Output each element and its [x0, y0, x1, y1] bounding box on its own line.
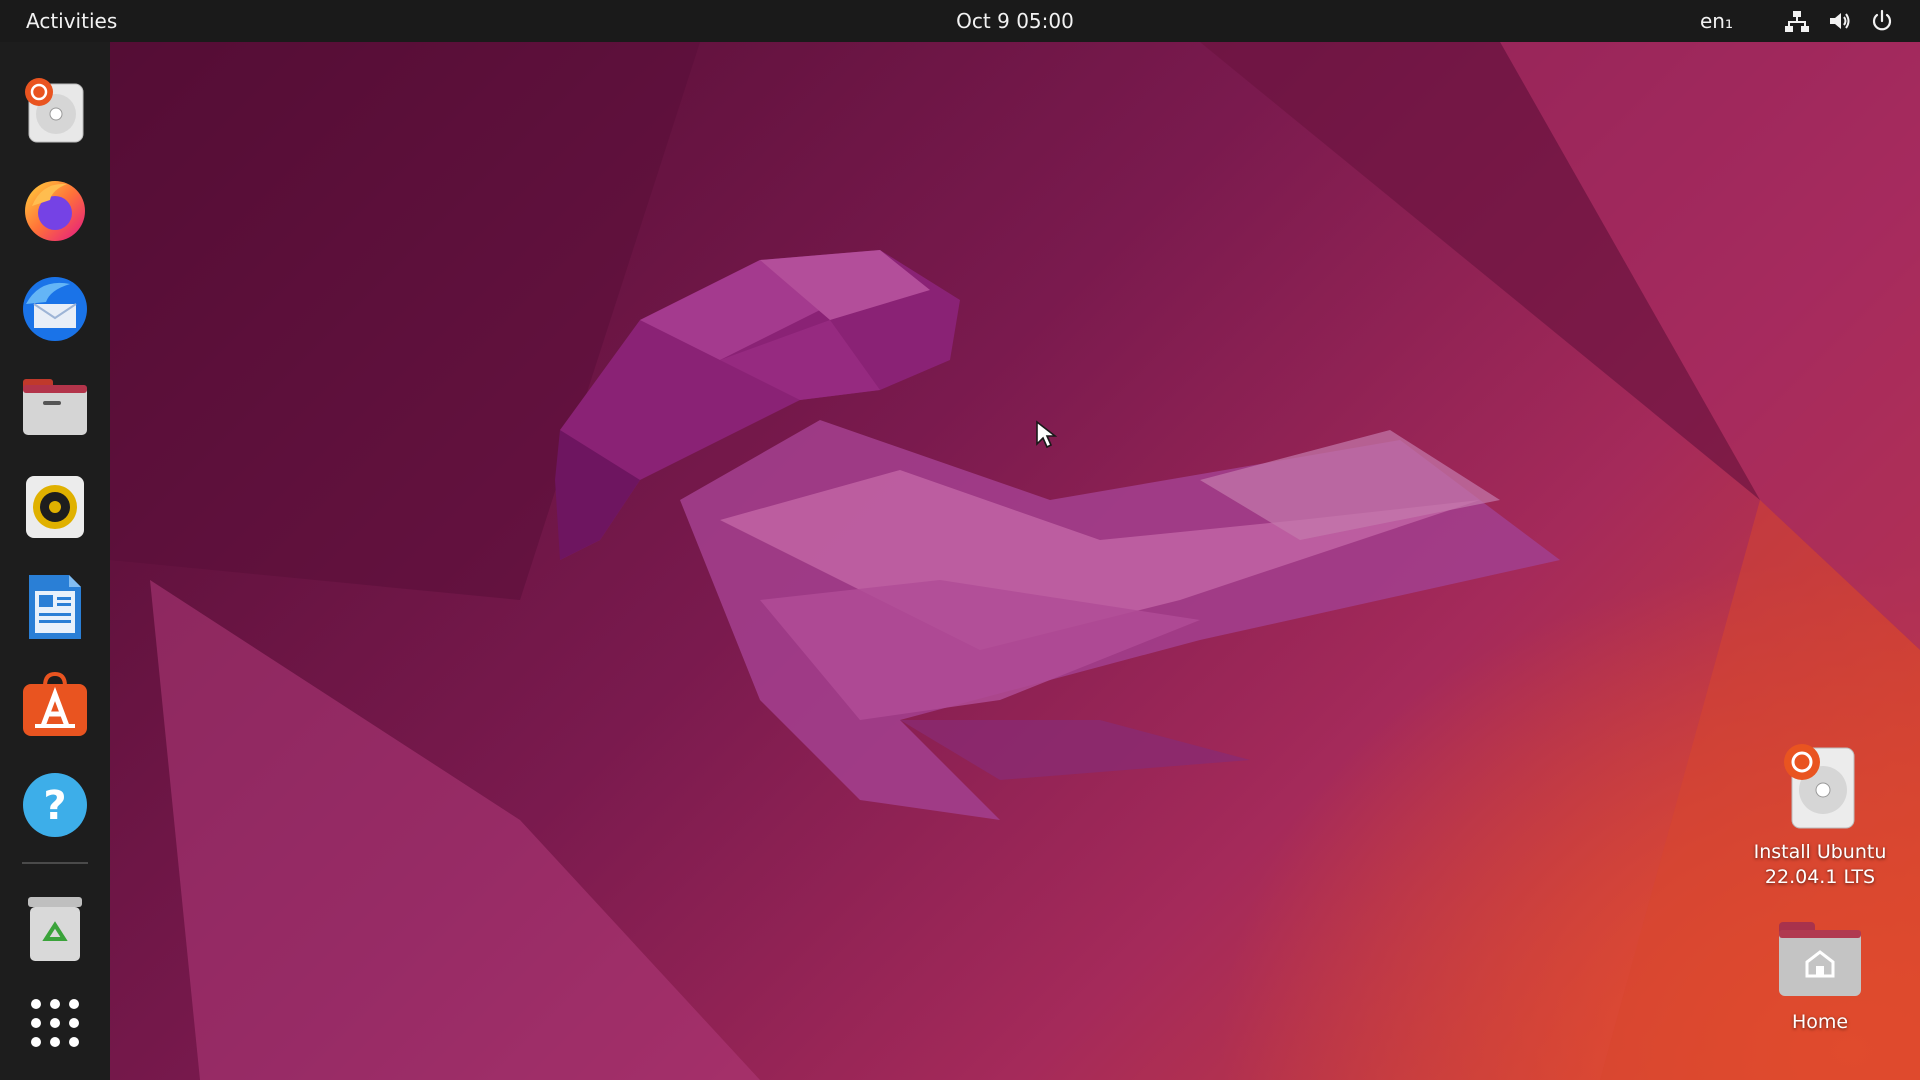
- firefox-icon: [25, 181, 85, 241]
- installer-disc-icon: [1784, 744, 1855, 829]
- help-icon: ?: [23, 773, 87, 837]
- dock-separator: [22, 862, 88, 864]
- dock-item-thunderbird[interactable]: [18, 272, 92, 346]
- dock-item-files[interactable]: [18, 370, 92, 444]
- dock: ?: [0, 42, 110, 1080]
- desktop-icon-label: Home: [1791, 1011, 1849, 1033]
- svg-text:?: ?: [43, 783, 66, 829]
- dock-item-install-ubuntu[interactable]: [18, 74, 92, 148]
- activities-button[interactable]: Activities: [14, 0, 129, 42]
- clock-date-time[interactable]: Oct 9 05:00: [940, 0, 1090, 42]
- dock-item-ubuntu-software[interactable]: [18, 668, 92, 742]
- trash-icon: [28, 897, 82, 961]
- desktop-icon-home[interactable]: Home: [1740, 920, 1900, 1035]
- desktop-icon-install-ubuntu[interactable]: Install Ubuntu 22.04.1 LTS: [1740, 740, 1900, 890]
- thunderbird-icon: [23, 277, 87, 341]
- jellyfish-wallpaper-art: [110, 42, 1920, 1080]
- software-store-icon: [23, 672, 87, 736]
- power-icon[interactable]: [1870, 9, 1894, 33]
- volume-icon[interactable]: [1828, 9, 1852, 33]
- input-language-indicator[interactable]: en₁: [1700, 0, 1733, 42]
- desktop-icon-label: Install Ubuntu 22.04.1 LTS: [1753, 841, 1887, 888]
- mouse-pointer-icon: [1036, 420, 1057, 449]
- speaker-icon: [26, 476, 84, 538]
- dock-item-firefox[interactable]: [18, 172, 92, 246]
- dock-item-rhythmbox[interactable]: [18, 470, 92, 544]
- dock-item-help[interactable]: ?: [18, 768, 92, 842]
- dock-item-show-applications[interactable]: [18, 986, 92, 1060]
- desktop-wallpaper: [0, 0, 1920, 1080]
- network-icon[interactable]: [1785, 9, 1809, 33]
- dock-item-libreoffice-writer[interactable]: [18, 570, 92, 644]
- installer-disc-icon: [25, 78, 84, 143]
- home-folder-icon: [1779, 922, 1861, 996]
- app-grid-icon: [31, 999, 79, 1047]
- folder-icon: [23, 379, 87, 435]
- dock-item-trash[interactable]: [18, 892, 92, 966]
- top-bar: Activities Oct 9 05:00 en₁: [0, 0, 1920, 42]
- document-icon: [29, 575, 81, 639]
